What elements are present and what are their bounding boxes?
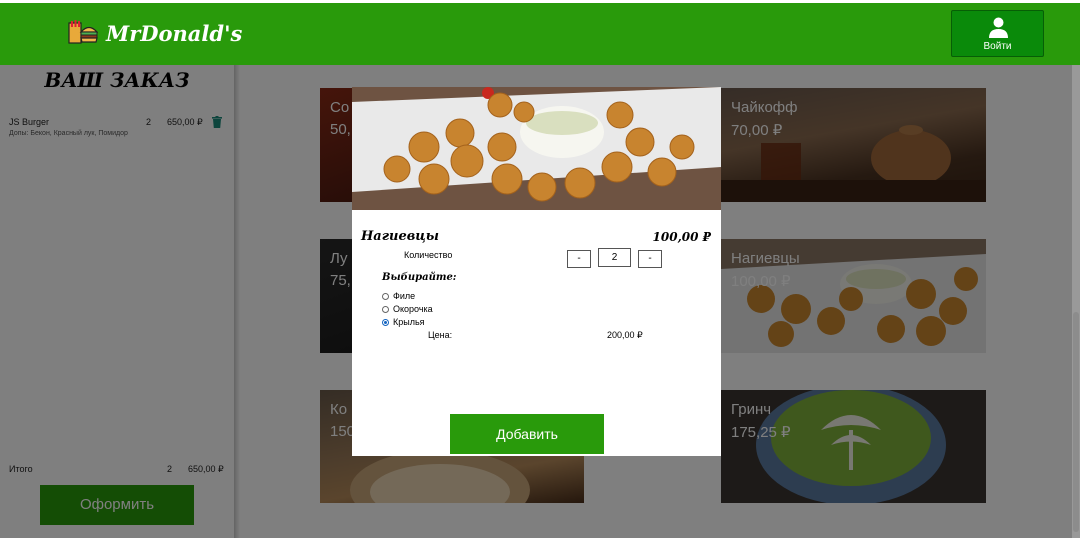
product-photo [352,87,721,210]
option-label: Филе [393,291,416,301]
product-modal: Нагиевцы 100,00 ₽ Количество - 2 - Выбир… [352,87,721,456]
quantity-input[interactable]: 2 [598,248,631,267]
quantity-label: Количество [404,250,453,260]
choose-label: Выбирайте: [382,272,457,283]
option-okorochka[interactable]: Окорочка [382,304,433,314]
header: MrDonald's Войти [0,3,1080,65]
radio-button[interactable] [382,292,389,300]
total-price-value: 200,00 ₽ [607,330,643,340]
option-label: Окорочка [393,304,433,314]
option-label: Крылья [393,317,425,327]
burger-logo-icon [68,20,98,44]
quantity-decrease-button[interactable]: - [567,250,591,268]
radio-button-selected[interactable] [382,318,389,326]
login-label: Войти [983,41,1012,52]
add-button[interactable]: Добавить [450,414,604,454]
total-price-label: Цена: [428,330,453,340]
option-krylya[interactable]: Крылья [382,317,425,327]
logo[interactable]: MrDonald's [68,20,242,46]
product-price: 100,00 ₽ [652,230,711,244]
login-button[interactable]: Войти [951,10,1044,57]
user-icon [989,17,1008,38]
option-file[interactable]: Филе [382,291,415,301]
quantity-increase-button[interactable]: - [638,250,662,268]
scrollbar-thumb[interactable] [1073,312,1079,532]
radio-button[interactable] [382,305,389,313]
logo-text: MrDonald's [106,20,243,46]
product-title: Нагиевцы [361,229,439,244]
